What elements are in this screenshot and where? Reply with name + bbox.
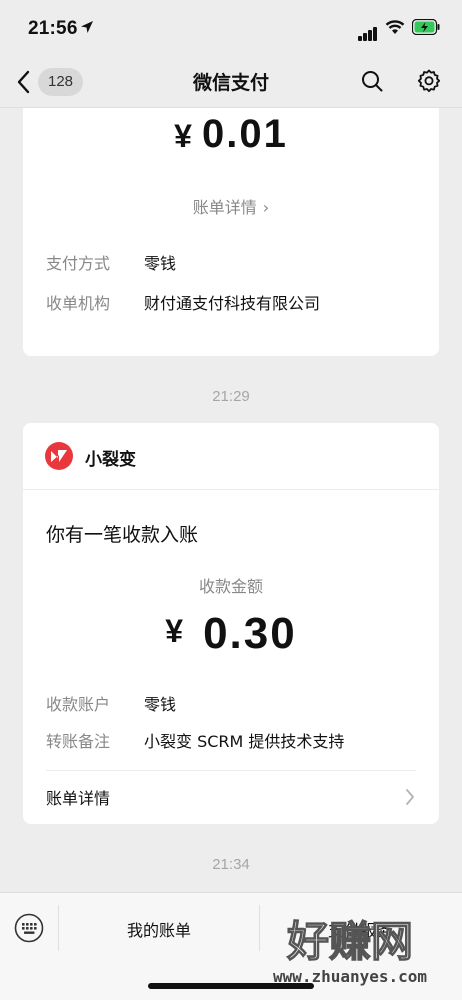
navigation-bar: 128 微信支付 [0, 56, 462, 108]
receipt-amount-value: 0.30 [203, 609, 297, 658]
receipt-amount: ¥0.30 [165, 609, 297, 658]
payment-amount-value: 0.01 [201, 112, 288, 156]
message-list[interactable]: ¥0.01 账单详情 › 支付方式 零钱 收单机构 财付通支付科技有限公司 21:29… [0, 108, 462, 892]
location-arrow-icon [81, 21, 93, 33]
battery-charging-icon [412, 19, 440, 35]
receipt-card[interactable]: 小裂变 你有一笔收款入账 收款金额 ¥0.30 收款账户 零钱 转账备注 小裂变 S… [23, 423, 439, 824]
merchant-name: 小裂变 [85, 450, 136, 470]
tab-my-account[interactable]: 我的账单 [59, 917, 259, 941]
signal-icon [358, 22, 378, 41]
bill-details-link[interactable]: 账单详情 › [23, 194, 439, 218]
amount-label: 收款金额 [198, 577, 263, 596]
search-icon[interactable] [361, 70, 383, 92]
detail-row: 收款账户 零钱 [46, 695, 177, 714]
detail-row: 收单机构 财付通支付科技有限公司 [46, 294, 321, 313]
gear-icon[interactable] [417, 69, 441, 93]
bill-details-link[interactable]: 账单详情 [46, 785, 110, 809]
home-indicator [148, 983, 314, 989]
watermark-logo: 好赚网 www.zhuanyes.com [273, 916, 427, 986]
divider [46, 770, 416, 771]
receipt-notice: 你有一笔收款入账 [46, 524, 199, 546]
wifi-icon [385, 20, 405, 34]
payment-card[interactable]: ¥0.01 账单详情 › 支付方式 零钱 收单机构 财付通支付科技有限公司 [23, 108, 439, 356]
status-time: 21:56 [28, 18, 78, 39]
message-timestamp: 21:29 [212, 388, 250, 405]
payment-amount: ¥0.01 [174, 112, 288, 156]
keyboard-icon[interactable] [14, 913, 44, 943]
status-bar: 21:56 [0, 0, 462, 56]
merchant-logo-icon [45, 442, 73, 470]
svg-text:好赚网: 好赚网 [286, 917, 413, 966]
chevron-right-icon: › [262, 198, 270, 217]
merchant-header[interactable]: 小裂变 [23, 423, 439, 490]
page-title: 微信支付 [192, 72, 269, 94]
detail-row: 转账备注 小裂变 SCRM 提供技术支持 [46, 732, 345, 751]
detail-row: 支付方式 零钱 [46, 254, 177, 273]
chevron-right-icon[interactable] [405, 788, 415, 806]
message-timestamp: 21:34 [212, 856, 250, 873]
